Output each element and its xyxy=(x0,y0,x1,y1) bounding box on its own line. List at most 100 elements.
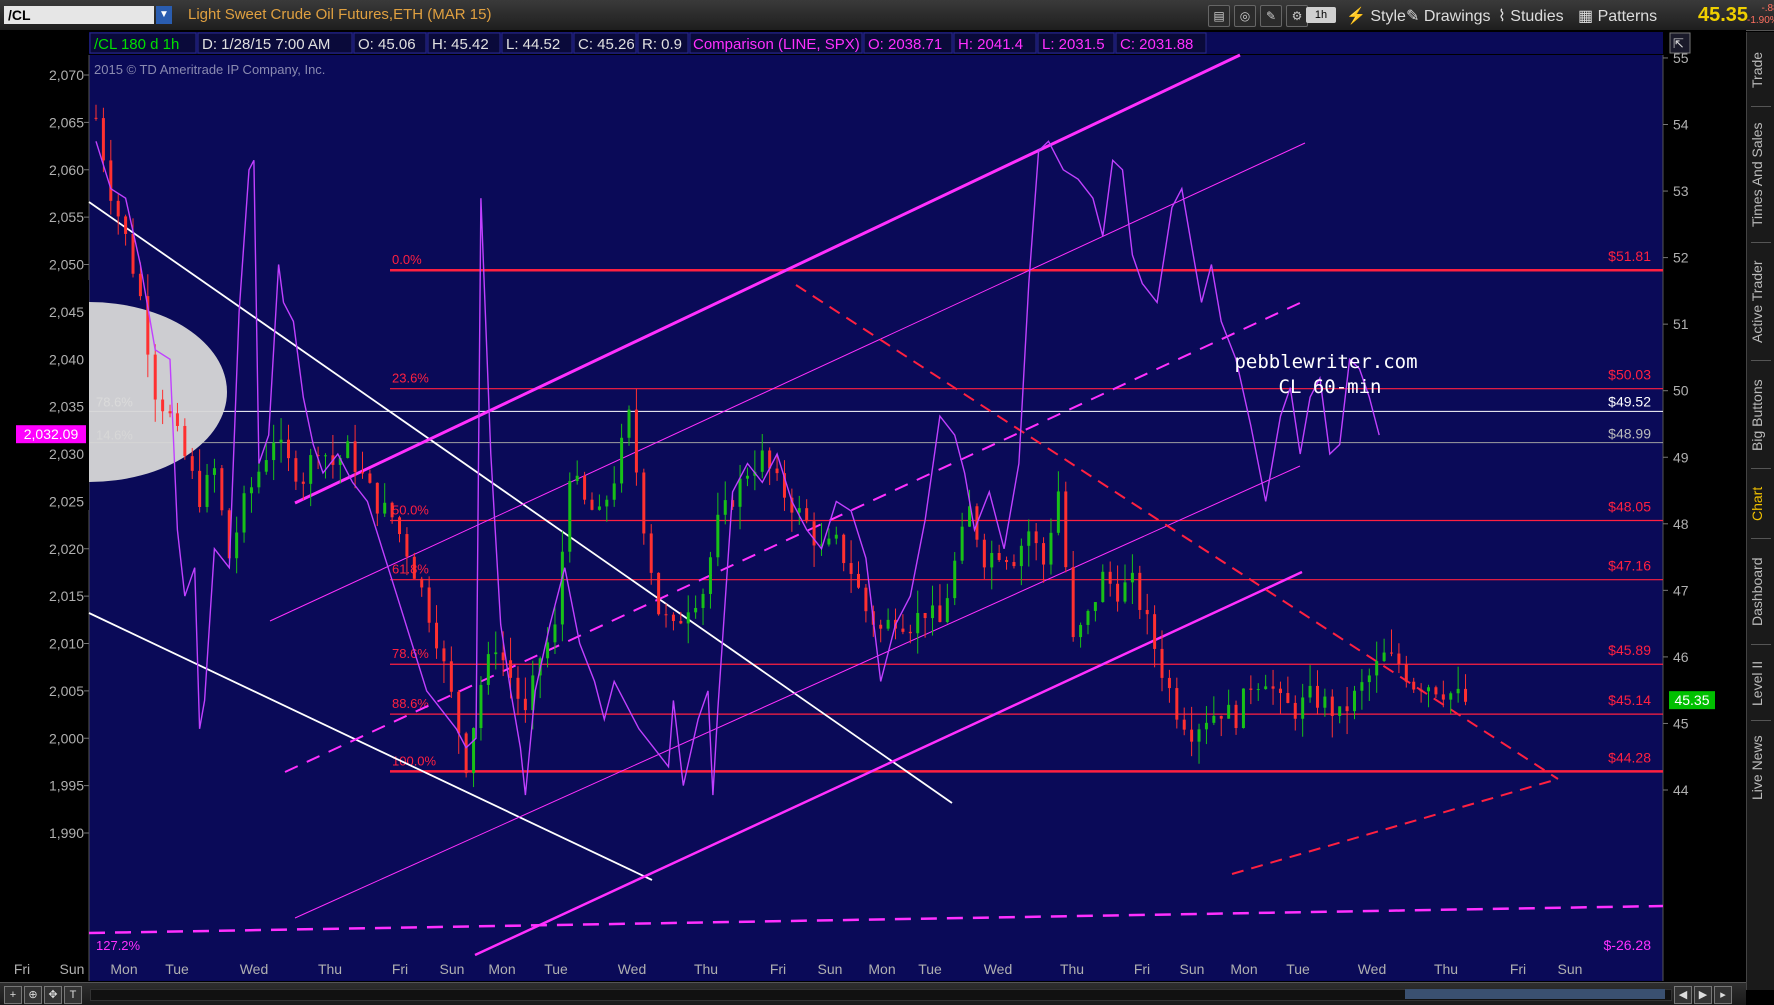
style-menu[interactable]: ⚡ Style xyxy=(1346,6,1406,26)
pan-icon[interactable]: ✥ xyxy=(44,986,62,1004)
instrument-title: Light Sweet Crude Oil Futures,ETH (MAR 1… xyxy=(188,6,492,23)
candle-body xyxy=(657,572,661,615)
symbol-input[interactable]: /CL xyxy=(4,6,154,24)
price-chart[interactable]: /CL 180 d 1h D: 1/28/15 7:00 AM O: 45.06… xyxy=(0,30,1746,982)
candle-body xyxy=(101,118,105,161)
x-tick-label: Wed xyxy=(240,961,269,977)
patterns-menu-label: Patterns xyxy=(1597,8,1658,25)
scroll-end-icon[interactable]: ▸ xyxy=(1714,986,1732,1004)
patterns-menu[interactable]: ▦ Patterns xyxy=(1578,6,1657,26)
symbol-dropdown-icon[interactable]: ▼ xyxy=(156,6,172,24)
x-tick-label: Thu xyxy=(1060,961,1084,977)
scroll-left-icon[interactable]: ◀ xyxy=(1674,986,1692,1004)
settings-icon[interactable]: ⚙ xyxy=(1286,5,1308,27)
left-tick-label: 2,055 xyxy=(49,209,84,225)
right-tick-label: 49 xyxy=(1673,449,1689,465)
x-tick-label: Fri xyxy=(770,961,786,977)
text-tool-icon[interactable]: T xyxy=(64,986,82,1004)
candle-body xyxy=(745,475,749,479)
candle-body xyxy=(1390,652,1394,654)
candle-body xyxy=(264,460,268,472)
zoom-icon[interactable]: ⊕ xyxy=(24,986,42,1004)
print-icon[interactable]: ▤ xyxy=(1208,5,1230,27)
candle-body xyxy=(1441,694,1445,700)
tab-separator xyxy=(1751,468,1771,469)
candle-body xyxy=(1079,624,1083,638)
tab-level-ii[interactable]: Level II xyxy=(1749,652,1773,714)
candle-body xyxy=(435,622,439,649)
candle-body xyxy=(442,648,446,662)
candle-body xyxy=(1397,653,1401,665)
candle-body xyxy=(1264,686,1268,690)
bottom-toolbar: + ⊕ ✥ T ◀ ▶ ▸ xyxy=(0,982,1746,1005)
candle-body xyxy=(1012,562,1016,567)
fib-price-label: $44.28 xyxy=(1608,749,1651,765)
candle-body xyxy=(190,456,194,471)
candle-body xyxy=(879,624,883,629)
candle-body xyxy=(856,573,860,588)
header-strip: /CL 180 d 1h D: 1/28/15 7:00 AM O: 45.06… xyxy=(89,32,1691,54)
candle-body xyxy=(220,468,224,511)
comparison-high: H: 2041.4 xyxy=(958,36,1023,53)
scroll-right-icon[interactable]: ▶ xyxy=(1694,986,1712,1004)
candle-body xyxy=(923,612,927,619)
left-tick-label: 2,015 xyxy=(49,588,84,604)
comparison-low: L: 2031.5 xyxy=(1042,36,1105,53)
candle-body xyxy=(390,502,394,518)
cl-current-label: 45.35 xyxy=(1674,692,1709,708)
x-tick-label: Fri xyxy=(392,961,408,977)
candle-body xyxy=(212,468,216,475)
candle-body xyxy=(1286,693,1290,703)
x-tick-label: Wed xyxy=(618,961,647,977)
candle-body xyxy=(627,409,631,438)
candle-body xyxy=(620,437,624,484)
candle-body xyxy=(1182,719,1186,730)
left-tick-label: 2,040 xyxy=(49,351,84,367)
candle-body xyxy=(738,478,742,507)
aggregation-selector[interactable]: 1h xyxy=(1306,7,1336,23)
candle-body xyxy=(494,652,498,655)
tab-dashboard[interactable]: Dashboard xyxy=(1749,546,1773,638)
candle-body xyxy=(405,534,409,557)
tab-times-and-sales[interactable]: Times And Sales xyxy=(1749,114,1773,236)
fib-price-label: $47.16 xyxy=(1608,558,1651,574)
candle-body xyxy=(1360,682,1364,691)
add-icon[interactable]: + xyxy=(4,986,22,1004)
x-tick-label: Wed xyxy=(1358,961,1387,977)
candle-body xyxy=(842,534,846,564)
extra-level-price: $48.99 xyxy=(1608,426,1651,442)
left-tick-label: 2,045 xyxy=(49,304,84,320)
candle-body xyxy=(1367,675,1371,683)
drawing-tools-icon[interactable]: ✎ xyxy=(1260,5,1282,27)
candle-body xyxy=(708,557,712,594)
left-tick-label: 2,025 xyxy=(49,493,84,509)
share-icon[interactable]: ◎ xyxy=(1234,5,1256,27)
candle-body xyxy=(1256,689,1260,691)
x-tick-label: Mon xyxy=(110,961,137,977)
time-scrollbar-thumb[interactable] xyxy=(1405,989,1665,999)
candle-body xyxy=(1219,715,1223,719)
tab-trade[interactable]: Trade xyxy=(1749,40,1773,100)
fib-price-label: $45.89 xyxy=(1608,642,1651,658)
studies-menu[interactable]: ⌇ Studies xyxy=(1498,6,1564,26)
tab-live-news[interactable]: Live News xyxy=(1749,728,1773,808)
tab-active-trader[interactable]: Active Trader xyxy=(1749,250,1773,354)
candle-body xyxy=(457,691,461,734)
candle-body xyxy=(568,481,572,552)
candle-body xyxy=(131,233,135,274)
right-tick-label: 55 xyxy=(1673,50,1689,66)
fib-price-label: $45.14 xyxy=(1608,692,1651,708)
candle-body xyxy=(805,508,809,522)
tab-chart[interactable]: Chart xyxy=(1749,476,1773,532)
toolbar-icons: ▤ ◎ ✎ ⚙ xyxy=(1208,5,1308,27)
tab-big-buttons[interactable]: Big Buttons xyxy=(1749,368,1773,462)
left-tick-label: 2,050 xyxy=(49,257,84,273)
candle-body xyxy=(464,733,468,774)
candle-body xyxy=(472,728,476,774)
drawings-menu[interactable]: ✎ Drawings xyxy=(1406,6,1491,26)
tab-separator xyxy=(1751,720,1771,721)
candle-body xyxy=(509,660,513,678)
candle-body xyxy=(671,614,675,621)
left-tick-label: 2,065 xyxy=(49,114,84,130)
candle-body xyxy=(1352,690,1356,712)
